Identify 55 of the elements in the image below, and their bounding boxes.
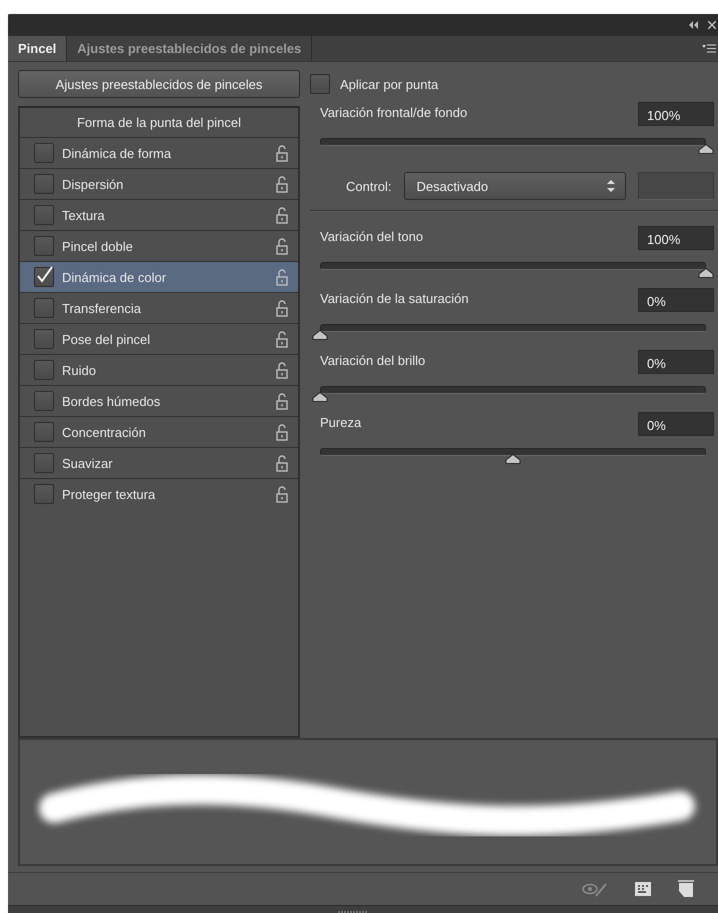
stepper-arrows-icon	[607, 180, 615, 192]
close-icon[interactable]	[708, 21, 716, 29]
unlocked-icon[interactable]	[276, 424, 288, 440]
unlocked-icon[interactable]	[276, 300, 288, 316]
unlocked-icon[interactable]	[276, 486, 288, 502]
checkbox[interactable]	[34, 391, 54, 411]
unlocked-icon[interactable]	[276, 454, 288, 472]
brush-tip-shape-item[interactable]: Forma de la punta del pincel	[20, 108, 298, 137]
collapse-icon[interactable]	[688, 21, 698, 29]
checkbox[interactable]	[34, 298, 54, 318]
checkbox[interactable]	[34, 267, 54, 287]
unlocked-icon[interactable]	[276, 238, 288, 254]
value-field[interactable]: 0%	[638, 288, 714, 312]
control-dropdown[interactable]: Desactivado	[404, 172, 626, 200]
checkbox[interactable]	[34, 174, 54, 194]
unlocked-icon[interactable]	[276, 206, 288, 224]
unlocked-icon[interactable]	[276, 176, 288, 192]
checkbox-label: Aplicar por punta	[340, 76, 438, 92]
grid-panel-icon[interactable]	[634, 881, 652, 897]
checkbox[interactable]	[34, 236, 54, 256]
checkbox[interactable]	[34, 453, 54, 473]
new-preset-icon[interactable]	[678, 880, 694, 898]
value-field[interactable]: 100%	[638, 226, 714, 250]
slider-thumb[interactable]	[505, 454, 521, 464]
panel-tab[interactable]: Pincel	[8, 36, 68, 61]
unlocked-icon[interactable]	[276, 268, 288, 286]
unlocked-icon[interactable]	[276, 330, 288, 348]
slider-thumb[interactable]	[698, 144, 714, 154]
checkbox[interactable]	[34, 422, 54, 442]
setting-label: Variación de la saturación	[320, 290, 469, 306]
slider-thumb[interactable]	[312, 330, 328, 340]
brush-presets-button[interactable]: Ajustes preestablecidos de pinceles	[18, 70, 300, 98]
control-label: Control:	[346, 178, 392, 194]
setting-label: Variación del brillo	[320, 352, 426, 368]
brush-option-item[interactable]: Dinámica de color	[20, 261, 298, 292]
checkbox[interactable]	[34, 484, 54, 504]
setting-label: Variación frontal/de fondo	[320, 104, 468, 120]
eye-brush-icon[interactable]	[582, 881, 608, 897]
menu-icon[interactable]	[702, 44, 716, 53]
slider-thumb[interactable]	[698, 268, 714, 278]
value-field[interactable]: 0%	[638, 412, 714, 436]
checkbox[interactable]	[310, 74, 330, 94]
checkbox[interactable]	[34, 205, 54, 225]
checkbox[interactable]	[34, 143, 54, 163]
checkbox[interactable]	[34, 329, 54, 349]
unlocked-icon[interactable]	[276, 362, 288, 378]
slider-thumb[interactable]	[312, 392, 328, 402]
setting-label: Variación del tono	[320, 228, 424, 244]
unlocked-icon[interactable]	[276, 392, 288, 410]
checkbox[interactable]	[34, 360, 54, 380]
unlocked-icon[interactable]	[276, 144, 288, 162]
setting-label: Pureza	[320, 414, 362, 430]
value-field[interactable]: 0%	[638, 350, 714, 374]
value-field[interactable]: 100%	[638, 102, 714, 126]
panel-tab[interactable]: Ajustes preestablecidos de pinceles	[67, 36, 312, 61]
